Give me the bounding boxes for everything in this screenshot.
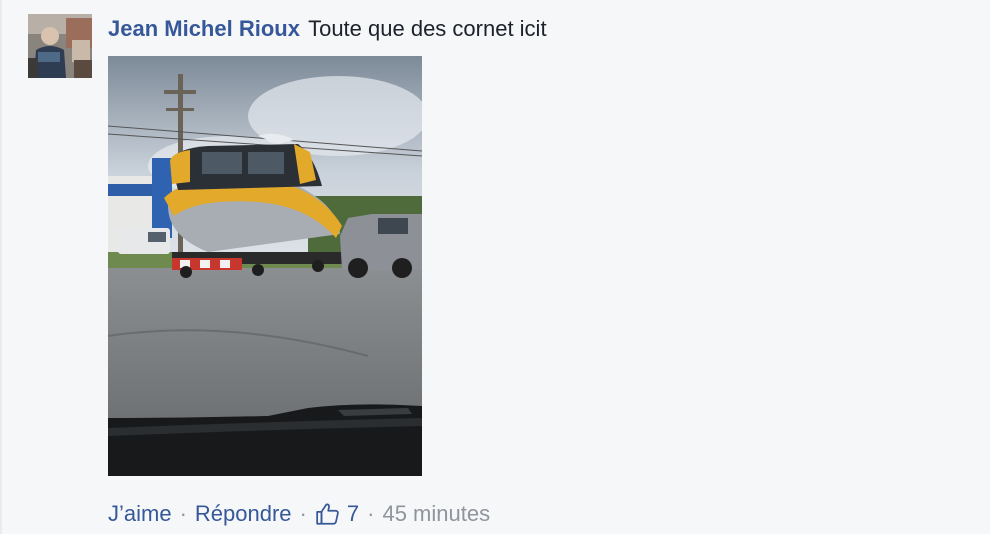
boat-on-truck-photo: [108, 56, 422, 476]
like-link[interactable]: J’aime: [108, 498, 172, 530]
avatar[interactable]: [28, 14, 92, 78]
separator: ·: [299, 501, 307, 526]
comment-photo[interactable]: [108, 56, 422, 476]
avatar-image: [28, 14, 92, 78]
separator: ·: [367, 501, 375, 526]
like-count-button[interactable]: 7: [315, 498, 359, 530]
reply-link[interactable]: Répondre: [195, 498, 292, 530]
comment: Jean Michel Rioux Toute que des cornet i…: [0, 0, 990, 534]
left-divider: [0, 0, 2, 534]
thumbs-up-icon: [316, 503, 339, 525]
comment-body: Jean Michel Rioux Toute que des cornet i…: [108, 14, 968, 526]
separator: ·: [179, 501, 187, 526]
author-name[interactable]: Jean Michel Rioux: [108, 16, 300, 41]
comment-actions: J’aime · Répondre · 7 · 45 minutes: [108, 498, 490, 530]
timestamp[interactable]: 45 minutes: [382, 498, 490, 530]
like-count: 7: [346, 501, 360, 526]
comment-header: Jean Michel Rioux Toute que des cornet i…: [108, 14, 968, 44]
comment-text: Toute que des cornet icit: [308, 16, 547, 41]
